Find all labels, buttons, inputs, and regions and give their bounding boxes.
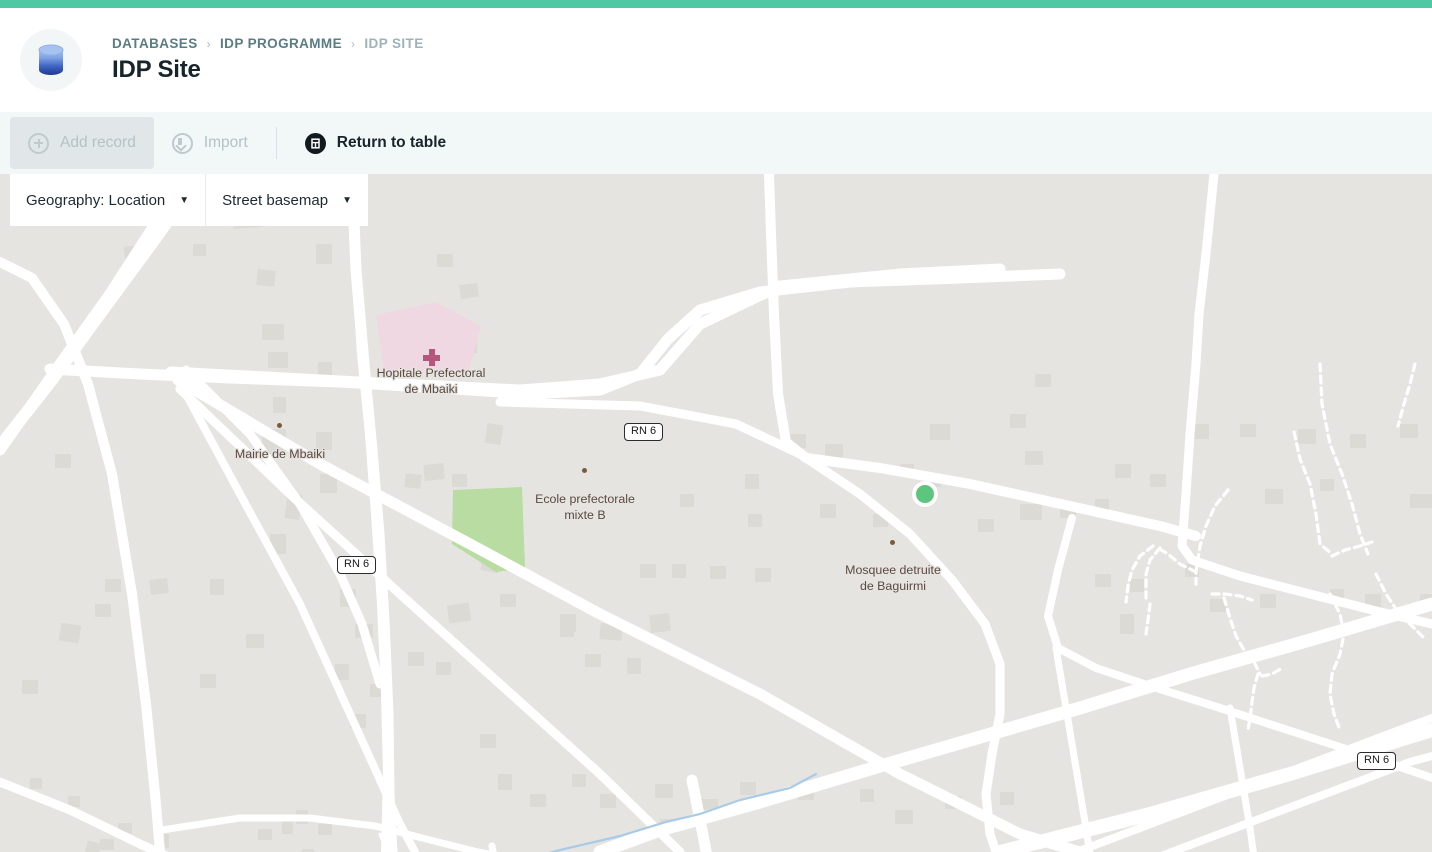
basemap-dropdown-label: Street basemap bbox=[222, 191, 329, 209]
import-button[interactable]: Import bbox=[154, 117, 266, 169]
import-label: Import bbox=[203, 134, 248, 151]
breadcrumb-separator: › bbox=[350, 36, 356, 51]
database-cylinder-icon bbox=[38, 44, 64, 76]
map-controls: Geography: Location ▼ Street basemap ▼ bbox=[10, 174, 368, 226]
breadcrumb-item-idp-site: IDP SITE bbox=[364, 36, 424, 51]
map-roads-primary bbox=[0, 174, 1066, 852]
import-icon bbox=[171, 132, 193, 154]
page-title: IDP Site bbox=[112, 56, 201, 83]
return-to-table-button[interactable]: Return to table bbox=[287, 117, 464, 169]
table-badge-icon bbox=[304, 132, 326, 154]
idp-site-marker[interactable] bbox=[912, 481, 938, 507]
breadcrumb-separator: › bbox=[206, 36, 212, 51]
circle-plus-icon bbox=[28, 132, 49, 154]
add-record-button[interactable]: Add record bbox=[10, 117, 154, 169]
top-accent-bar bbox=[0, 0, 1432, 8]
database-avatar bbox=[20, 29, 82, 91]
map-vector-layer bbox=[0, 174, 1432, 852]
poi-dot-town-hall bbox=[277, 423, 282, 428]
return-to-table-label: Return to table bbox=[336, 134, 447, 151]
geography-dropdown-label: Geography: Location bbox=[26, 191, 166, 209]
toolbar-divider bbox=[275, 127, 277, 159]
geography-dropdown[interactable]: Geography: Location ▼ bbox=[10, 174, 206, 226]
map-roads bbox=[0, 174, 1432, 852]
chevron-down-icon: ▼ bbox=[342, 194, 352, 206]
hospital-cross-icon bbox=[423, 349, 440, 366]
chevron-down-icon: ▼ bbox=[179, 194, 190, 206]
basemap-dropdown[interactable]: Street basemap ▼ bbox=[205, 174, 368, 226]
poi-dot-school bbox=[582, 468, 587, 473]
road-shield-rn6-c: RN 6 bbox=[1357, 752, 1397, 770]
road-shield-rn6-b: RN 6 bbox=[337, 556, 377, 574]
page-header: DATABASES › IDP PROGRAMME › IDP SITE IDP… bbox=[0, 8, 1432, 112]
road-shield-rn6-a: RN 6 bbox=[624, 423, 664, 441]
breadcrumb-item-databases[interactable]: DATABASES bbox=[112, 36, 198, 51]
breadcrumb: DATABASES › IDP PROGRAMME › IDP SITE bbox=[112, 36, 424, 51]
toolbar: Add record Import Return to table bbox=[0, 112, 1432, 174]
header-text-block: DATABASES › IDP PROGRAMME › IDP SITE IDP… bbox=[112, 36, 424, 84]
add-record-label: Add record bbox=[60, 134, 136, 151]
poi-dot-mosque bbox=[890, 540, 895, 545]
map-canvas[interactable]: Geography: Location ▼ Street basemap ▼ H… bbox=[0, 174, 1432, 852]
breadcrumb-item-idp-programme[interactable]: IDP PROGRAMME bbox=[220, 36, 342, 51]
